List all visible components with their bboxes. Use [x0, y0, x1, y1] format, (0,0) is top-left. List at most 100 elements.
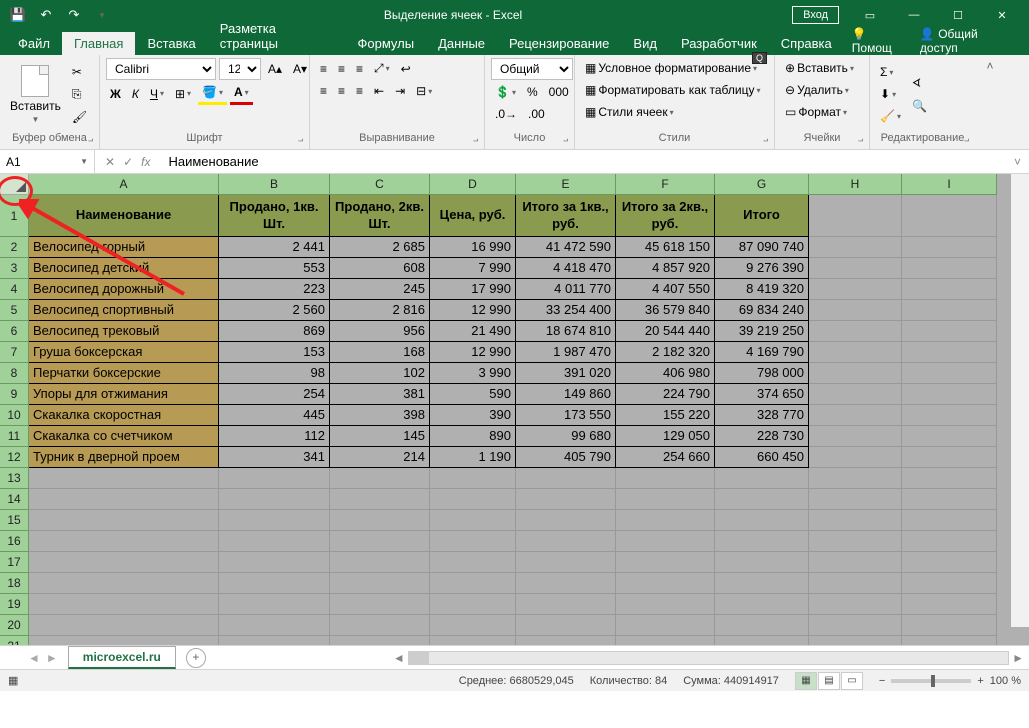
view-page-icon[interactable]: ▤ [818, 672, 840, 690]
cell[interactable]: 69 834 240 [715, 300, 809, 321]
cell[interactable] [902, 510, 997, 531]
cell[interactable]: 153 [219, 342, 330, 363]
cell[interactable] [616, 573, 715, 594]
cell[interactable]: 798 000 [715, 363, 809, 384]
header-cell[interactable]: Цена, руб. [430, 195, 516, 237]
cell[interactable]: 405 790 [516, 447, 616, 468]
cell[interactable]: 12 990 [430, 300, 516, 321]
tab-file[interactable]: Файл [6, 32, 62, 55]
cell[interactable] [330, 594, 430, 615]
cell[interactable]: 608 [330, 258, 430, 279]
row-header-18[interactable]: 18 [0, 573, 29, 594]
cell[interactable] [809, 594, 902, 615]
cell[interactable] [516, 510, 616, 531]
align-bottom-icon[interactable]: ≡ [352, 59, 367, 79]
tab-help[interactable]: Справка [769, 32, 844, 55]
percent-icon[interactable]: % [523, 82, 542, 102]
zoom-slider[interactable] [891, 679, 971, 683]
cell[interactable]: 98 [219, 363, 330, 384]
number-format-select[interactable]: Общий [491, 58, 573, 80]
cell[interactable] [902, 636, 997, 645]
cell[interactable] [902, 489, 997, 510]
cell[interactable] [616, 489, 715, 510]
view-break-icon[interactable]: ▭ [841, 672, 863, 690]
formula-input[interactable]: Наименование [160, 154, 1006, 169]
delete-cells-button[interactable]: ⊖ Удалить▾ [781, 80, 853, 100]
row-header-6[interactable]: 6 [0, 321, 29, 342]
cell[interactable]: 7 990 [430, 258, 516, 279]
cell[interactable] [516, 636, 616, 645]
cell[interactable]: 341 [219, 447, 330, 468]
fill-color-button[interactable]: 🪣▾ [198, 82, 227, 105]
row-header-8[interactable]: 8 [0, 363, 29, 384]
cell[interactable] [715, 615, 809, 636]
cell[interactable]: 391 020 [516, 363, 616, 384]
redo-icon[interactable]: ↷ [62, 3, 86, 27]
header-cell[interactable]: Продано, 2кв. Шт. [330, 195, 430, 237]
cell[interactable] [809, 573, 902, 594]
cell[interactable] [330, 489, 430, 510]
currency-icon[interactable]: 💲▾ [491, 82, 520, 102]
cell[interactable] [715, 489, 809, 510]
cell[interactable] [29, 468, 219, 489]
cell[interactable]: 1 987 470 [516, 342, 616, 363]
row-header-4[interactable]: 4 [0, 279, 29, 300]
cell[interactable]: 214 [330, 447, 430, 468]
row-header-1[interactable]: 1 [0, 195, 29, 237]
cell[interactable] [430, 468, 516, 489]
column-header-H[interactable]: H [809, 174, 902, 195]
cell[interactable] [616, 594, 715, 615]
cell[interactable] [616, 615, 715, 636]
row-header-20[interactable]: 20 [0, 615, 29, 636]
cell[interactable] [516, 531, 616, 552]
tab-data[interactable]: Данные [426, 32, 497, 55]
row-header-21[interactable]: 21 [0, 636, 29, 645]
cell[interactable]: 36 579 840 [616, 300, 715, 321]
cell[interactable] [516, 552, 616, 573]
cell[interactable] [430, 615, 516, 636]
cell[interactable]: Велосипед трековый [29, 321, 219, 342]
row-header-14[interactable]: 14 [0, 489, 29, 510]
cell[interactable] [330, 636, 430, 645]
cell[interactable] [516, 615, 616, 636]
cell[interactable]: 1 190 [430, 447, 516, 468]
indent-decrease-icon[interactable]: ⇤ [370, 81, 388, 101]
cell[interactable] [809, 489, 902, 510]
tab-page-layout[interactable]: Разметка страницы [208, 17, 346, 55]
cell[interactable] [516, 489, 616, 510]
cell[interactable] [219, 489, 330, 510]
column-header-A[interactable]: A [29, 174, 219, 195]
header-cell[interactable]: Продано, 1кв. Шт. [219, 195, 330, 237]
row-header-3[interactable]: 3 [0, 258, 29, 279]
expand-formula-icon[interactable]: ˅ [1006, 155, 1029, 169]
indent-increase-icon[interactable]: ⇥ [391, 81, 409, 101]
cell[interactable]: 228 730 [715, 426, 809, 447]
cell[interactable] [29, 489, 219, 510]
cell[interactable]: 17 990 [430, 279, 516, 300]
cell[interactable]: 254 660 [616, 447, 715, 468]
zoom-in-icon[interactable]: + [977, 675, 983, 687]
header-cell[interactable]: Итого [715, 195, 809, 237]
cell[interactable]: 890 [430, 426, 516, 447]
cell[interactable] [809, 552, 902, 573]
cell[interactable]: 2 685 [330, 237, 430, 258]
cell[interactable] [219, 615, 330, 636]
cell[interactable]: Груша боксерская [29, 342, 219, 363]
cell[interactable] [330, 552, 430, 573]
align-middle-icon[interactable]: ≡ [334, 59, 349, 79]
row-header-19[interactable]: 19 [0, 594, 29, 615]
worksheet-grid[interactable]: ABCDEFGHI 123456789101112131415161718192… [0, 174, 1029, 645]
cell[interactable]: 224 790 [616, 384, 715, 405]
cell[interactable] [430, 573, 516, 594]
column-header-D[interactable]: D [430, 174, 516, 195]
vertical-scrollbar[interactable] [1011, 174, 1029, 627]
cell[interactable]: 398 [330, 405, 430, 426]
cell[interactable] [715, 510, 809, 531]
row-header-13[interactable]: 13 [0, 468, 29, 489]
paste-button[interactable]: Вставить ▼ [6, 61, 65, 128]
format-painter-icon[interactable]: 🖌 [68, 107, 91, 127]
cell[interactable] [715, 594, 809, 615]
cell[interactable] [715, 636, 809, 645]
cell[interactable] [29, 552, 219, 573]
cell[interactable]: 445 [219, 405, 330, 426]
